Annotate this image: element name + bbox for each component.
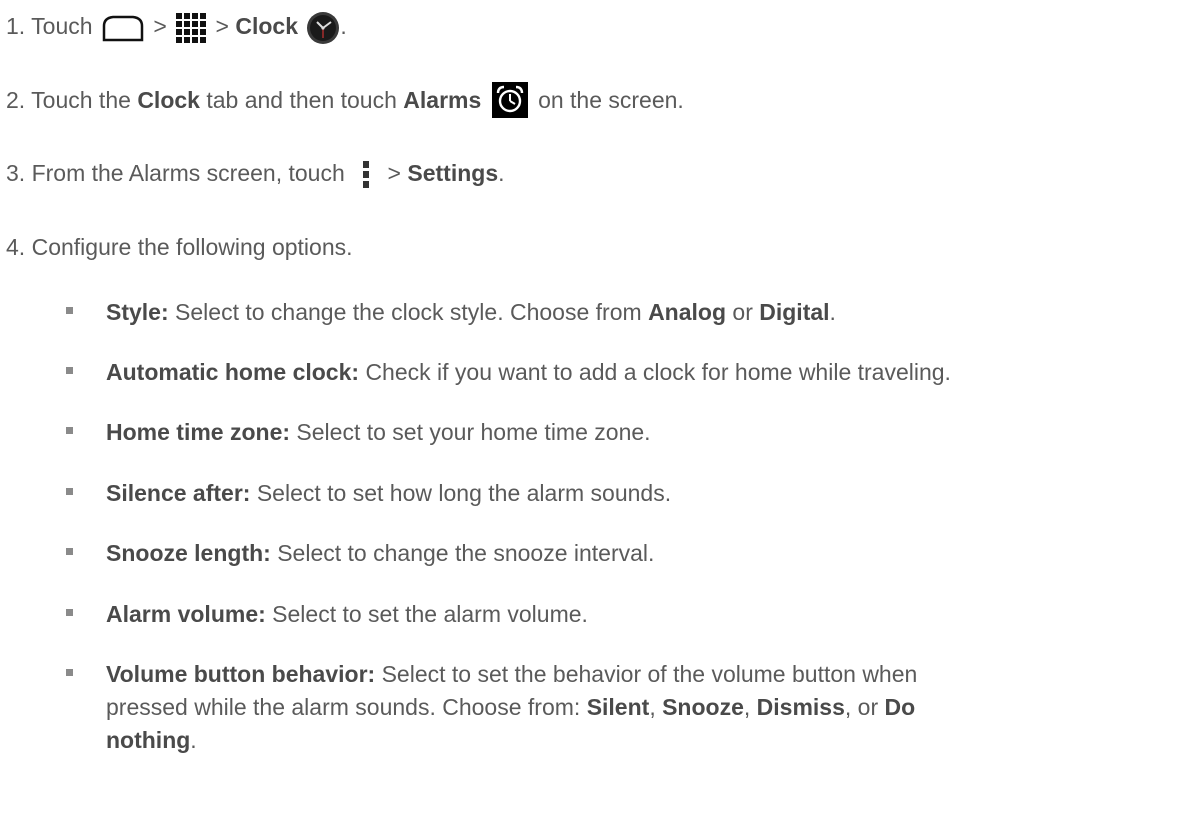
option-text: Select to change the clock style. Choose… [175, 299, 642, 325]
bullet [66, 548, 73, 555]
option-label: Automatic home clock: [106, 359, 360, 385]
step-end: . [340, 13, 347, 40]
alarm-clock-icon [491, 82, 528, 118]
option-end: . [190, 727, 197, 753]
settings-label: Settings [407, 160, 499, 186]
step-text: Touch [31, 13, 93, 40]
apps-grid-icon [175, 12, 207, 44]
clock-label: Clock [235, 13, 299, 40]
clock-app-icon [306, 11, 340, 45]
separator: > [153, 13, 167, 40]
option-choice: Snooze [662, 694, 744, 720]
bullet [66, 488, 73, 495]
option-text: Select to set how long the alarm sounds. [256, 480, 672, 506]
option-text: Select to set your home time zone. [296, 419, 651, 445]
separator: > [387, 160, 401, 186]
bullet [66, 307, 73, 314]
option-text: Select to change the snooze interval. [277, 540, 655, 566]
option-volume-button-behavior: Volume button behavior: Select to set th… [106, 659, 917, 689]
separator: > [215, 13, 229, 40]
step-number: 1. [6, 13, 26, 40]
option-text: pressed while the alarm sounds. Choose f… [106, 694, 581, 720]
option-end: . [829, 299, 836, 325]
option-choice: Dismiss [756, 694, 845, 720]
step-3: 3. From the Alarms screen, touch > Setti… [6, 158, 505, 190]
step-text: on the screen. [538, 87, 684, 114]
step-number: 3. [6, 160, 26, 186]
bullet [66, 669, 73, 676]
option-label: Alarm volume: [106, 601, 266, 627]
step-text: Touch the [31, 87, 131, 114]
option-label: Snooze length: [106, 540, 271, 566]
option-choice: Digital [759, 299, 830, 325]
option-silence-after: Silence after: Select to set how long th… [106, 478, 671, 508]
step-4: 4. Configure the following options. [6, 232, 353, 262]
option-alarm-volume: Alarm volume: Select to set the alarm vo… [106, 599, 588, 629]
clock-tab-label: Clock [137, 87, 200, 114]
step-text: Configure the following options. [31, 234, 353, 260]
option-text: Check if you want to add a clock for hom… [365, 359, 951, 385]
option-label: Silence after: [106, 480, 251, 506]
option-text: , or [844, 694, 879, 720]
option-choice: Do [884, 694, 916, 720]
bullet [66, 427, 73, 434]
alarms-label: Alarms [403, 87, 482, 114]
option-automatic-home-clock: Automatic home clock: Check if you want … [106, 357, 951, 387]
option-volume-button-behavior-line3: nothing. [106, 725, 197, 755]
option-choice: Silent [586, 694, 650, 720]
option-text: , [743, 694, 751, 720]
option-home-time-zone: Home time zone: Select to set your home … [106, 417, 651, 447]
bullet [66, 609, 73, 616]
option-volume-button-behavior-line2: pressed while the alarm sounds. Choose f… [106, 692, 915, 722]
step-end: . [498, 160, 505, 186]
option-text: Select to set the alarm volume. [272, 601, 588, 627]
option-snooze-length: Snooze length: Select to change the snoo… [106, 538, 654, 568]
option-text: or [732, 299, 753, 325]
option-label: Volume button behavior: [106, 661, 376, 687]
overflow-menu-icon [355, 160, 377, 190]
option-text: Select to set the behavior of the volume… [381, 661, 918, 687]
step-1: 1. Touch > > Clock . [6, 11, 347, 45]
step-text: From the Alarms screen, touch [31, 160, 345, 186]
step-number: 4. [6, 234, 26, 260]
step-number: 2. [6, 87, 26, 114]
home-icon [101, 14, 145, 42]
option-text: , [649, 694, 656, 720]
step-2: 2. Touch the Clock tab and then touch Al… [6, 82, 684, 120]
option-choice: Analog [648, 299, 727, 325]
step-text: tab and then touch [206, 87, 397, 114]
option-choice: nothing [106, 727, 191, 753]
option-label: Home time zone: [106, 419, 291, 445]
option-style: Style: Select to change the clock style.… [106, 297, 836, 327]
option-label: Style: [106, 299, 169, 325]
bullet [66, 367, 73, 374]
